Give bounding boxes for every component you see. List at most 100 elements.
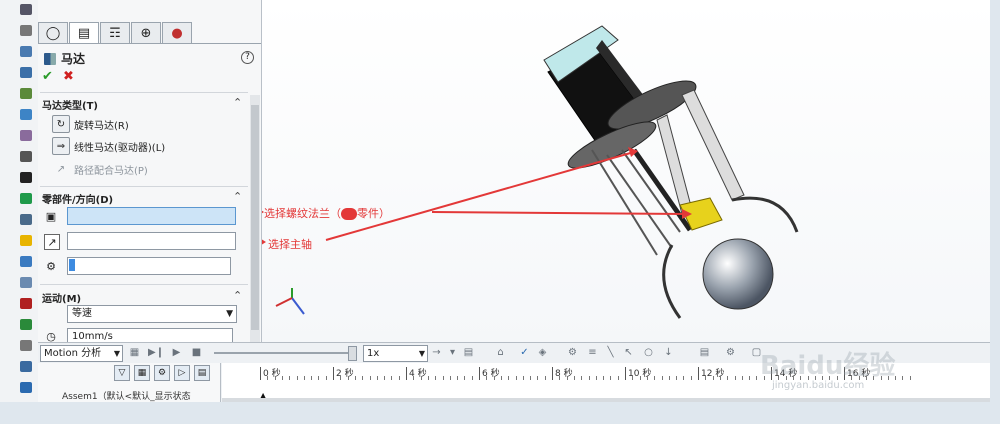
add-key-icon[interactable]: ◈ xyxy=(536,346,549,359)
dimxpert-manager-tab[interactable]: ⊕ xyxy=(131,22,161,43)
feature-manager-tab[interactable]: ◯ xyxy=(38,22,68,43)
motor-location-icon: ▣ xyxy=(45,209,57,223)
motor-direction-field[interactable] xyxy=(67,232,236,250)
command-icon-18[interactable] xyxy=(20,361,32,372)
command-icon-8[interactable] xyxy=(20,151,32,162)
scrollbar-thumb[interactable] xyxy=(251,105,259,330)
component-relative-field[interactable] xyxy=(67,257,231,275)
command-icon-3[interactable] xyxy=(20,46,32,57)
ruler-minor-tick xyxy=(756,376,758,380)
playback-mode-dropdown-icon[interactable]: ▾ xyxy=(446,346,459,359)
graphics-viewport[interactable]: 选择螺纹法兰（ 零件） 选择主轴 xyxy=(262,0,990,342)
results-icon[interactable]: ▤ xyxy=(698,346,711,359)
ruler-label: 6 秒 xyxy=(482,369,500,379)
command-icon-16[interactable] xyxy=(20,319,32,330)
command-icon-17[interactable] xyxy=(20,340,32,351)
collapse-chevron-icon[interactable]: ⌃ xyxy=(233,190,242,203)
property-manager-tab[interactable]: ▤ xyxy=(69,22,99,43)
ruler-minor-tick xyxy=(267,376,269,380)
help-icon[interactable]: ? xyxy=(241,51,254,64)
save-animation-icon[interactable]: ▤ xyxy=(462,346,475,359)
study-properties-icon[interactable]: ⚙ xyxy=(724,346,737,359)
collapse-chevron-icon[interactable]: ⌃ xyxy=(233,289,242,302)
component-direction-header[interactable]: 零部件/方向(D) xyxy=(42,191,113,206)
filter-driving-icon[interactable]: ⚙ xyxy=(154,365,170,381)
ruler-minor-tick xyxy=(457,376,459,380)
play-from-start-icon[interactable]: ▶❙ xyxy=(148,346,164,359)
ruler-minor-tick xyxy=(544,376,546,380)
play-icon[interactable]: ▶ xyxy=(170,346,183,359)
contact-icon[interactable]: ○ xyxy=(642,346,655,359)
spring-icon[interactable]: ≡ xyxy=(586,346,599,359)
command-icon-15[interactable] xyxy=(20,298,32,309)
display-manager-tab[interactable]: ● xyxy=(162,22,192,43)
side-arm xyxy=(681,89,745,201)
command-icon-19[interactable] xyxy=(20,382,32,393)
assembly-tree-row[interactable]: Assem1（默认<默认_显示状态 xyxy=(62,389,191,402)
motor-type-header[interactable]: 马达类型(T) xyxy=(42,97,98,112)
stop-icon[interactable]: ■ xyxy=(190,346,203,359)
motor-location-field[interactable] xyxy=(67,207,236,225)
sphere-workpiece xyxy=(702,238,774,310)
calculate-icon[interactable]: ▦ xyxy=(128,346,141,359)
motion-type-select[interactable]: 等速 ▼ xyxy=(67,305,237,323)
study-type-select[interactable]: Motion 分析 ▼ xyxy=(40,345,123,362)
motor-direction-icon[interactable]: ↗ xyxy=(44,234,60,250)
command-icon-12[interactable] xyxy=(20,235,32,246)
command-icon-4[interactable] xyxy=(20,67,32,78)
ruler-minor-tick xyxy=(493,376,495,380)
command-icon-6[interactable] xyxy=(20,109,32,120)
ruler-major-tick xyxy=(479,367,480,380)
filter-animated-icon[interactable]: ▦ xyxy=(134,365,150,381)
filter-selected-icon[interactable]: ▷ xyxy=(174,365,190,381)
command-icon-11[interactable] xyxy=(20,214,32,225)
command-icon-10[interactable] xyxy=(20,193,32,204)
command-icon-14[interactable] xyxy=(20,277,32,288)
playback-speed-select[interactable]: 1x ▼ xyxy=(363,345,428,362)
tree-filter-bar: ▽ ▦ ⚙ ▷ ▤ xyxy=(114,365,224,383)
playback-slider-thumb[interactable] xyxy=(348,346,357,361)
force-icon[interactable]: ↖ xyxy=(622,346,635,359)
command-icon-5[interactable] xyxy=(20,88,32,99)
filter-icon[interactable]: ▽ xyxy=(114,365,130,381)
ok-check-icon[interactable]: ✔ xyxy=(42,69,53,84)
property-scrollbar[interactable] xyxy=(250,95,260,342)
ruler-minor-tick xyxy=(471,376,473,380)
motion-header[interactable]: 运动(M) xyxy=(42,290,81,305)
ruler-minor-tick xyxy=(362,376,364,380)
animation-wizard-icon[interactable]: ⌂ xyxy=(494,346,507,359)
command-icon-13[interactable] xyxy=(20,256,32,267)
motor-tool-icon[interactable]: ⚙ xyxy=(566,346,579,359)
triad-z-axis xyxy=(291,297,305,315)
command-icon-1[interactable] xyxy=(20,4,32,15)
filter-results-icon[interactable]: ▤ xyxy=(194,365,210,381)
collapse-chevron-icon[interactable]: ⌃ xyxy=(233,96,242,109)
linear-motor-label: 线性马达(驱动器)(L) xyxy=(74,142,166,154)
cancel-x-icon[interactable]: ✖ xyxy=(63,69,74,84)
ruler-minor-tick xyxy=(603,376,605,380)
ruler-minor-tick xyxy=(325,376,327,380)
speed-gauge-icon: ◷ xyxy=(46,329,56,343)
linear-motor-option[interactable]: ⇒ 线性马达(驱动器)(L) xyxy=(52,137,165,155)
ruler-minor-tick xyxy=(281,376,283,380)
command-icon-9[interactable] xyxy=(20,172,32,183)
command-icon-7[interactable] xyxy=(20,130,32,141)
ruler-minor-tick xyxy=(610,376,612,380)
watermark-logo: Baidu经验 xyxy=(760,351,896,381)
playback-slider-track[interactable] xyxy=(214,352,352,354)
timeline-scrollbar[interactable] xyxy=(222,398,990,402)
path-mate-motor-option[interactable]: ↗ 路径配合马达(P) xyxy=(52,160,148,178)
configuration-manager-tab[interactable]: ☶ xyxy=(100,22,130,43)
assembly-model xyxy=(262,25,799,319)
ruler-label: 8 秒 xyxy=(555,369,573,379)
gravity-icon[interactable]: ↓ xyxy=(662,346,675,359)
damper-icon[interactable]: ╲ xyxy=(604,346,617,359)
rotary-motor-option[interactable]: ↻ 旋转马达(R) xyxy=(52,115,129,133)
playback-mode-icon[interactable]: → xyxy=(430,346,443,359)
command-icon-2[interactable] xyxy=(20,25,32,36)
ruler-minor-tick xyxy=(588,376,590,380)
autokey-icon[interactable]: ✓ xyxy=(518,346,531,359)
page-title: 马达 xyxy=(44,50,85,67)
guide-rod xyxy=(606,154,673,249)
ruler-minor-tick xyxy=(435,376,437,380)
